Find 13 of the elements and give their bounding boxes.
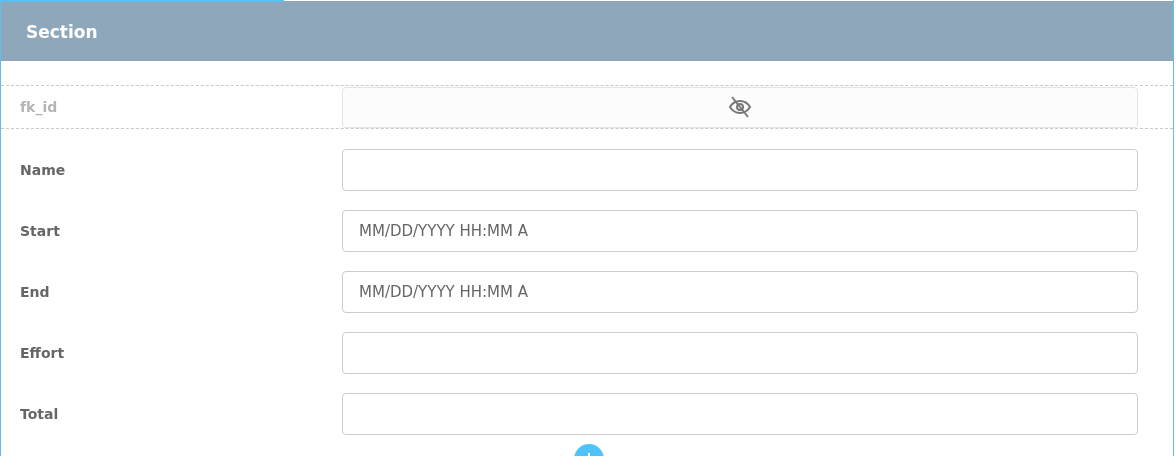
field-label: fk_id (19, 99, 59, 115)
field-label: Total (19, 406, 60, 422)
field-label: Name (19, 162, 67, 178)
section-title: Section (26, 21, 98, 42)
input-field[interactable] (342, 332, 1138, 374)
field-label: End (19, 284, 51, 300)
field-label: Effort (19, 345, 66, 361)
input-field[interactable]: MM/DD/YYYY HH:MM A (342, 271, 1138, 313)
input-field[interactable] (342, 149, 1138, 191)
input-field[interactable]: MM/DD/YYYY HH:MM A (342, 210, 1138, 252)
input-field[interactable] (342, 393, 1138, 435)
field-label: Start (19, 223, 61, 239)
eye-slash-icon (728, 96, 752, 118)
